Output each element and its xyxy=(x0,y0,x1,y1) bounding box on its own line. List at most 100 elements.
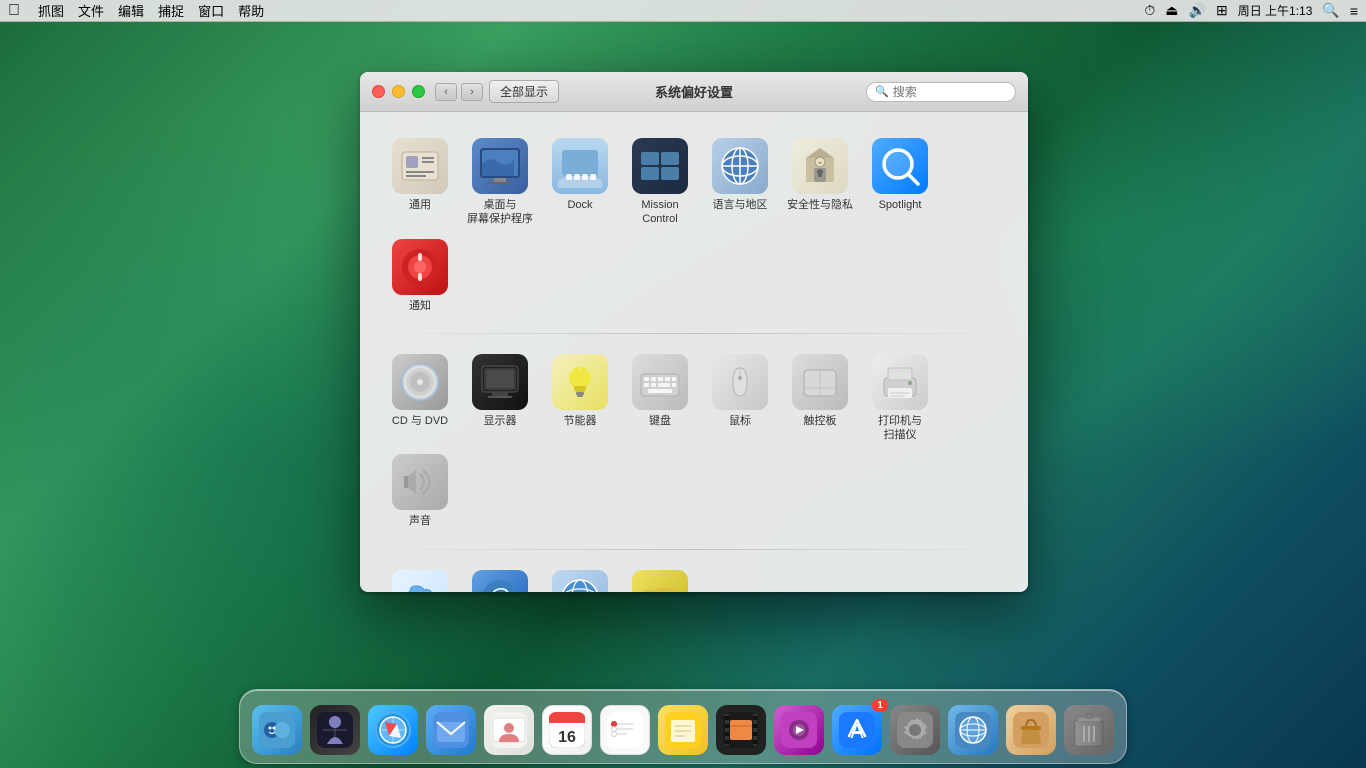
menu-capture[interactable]: 捕捉 xyxy=(158,1,184,20)
spotlight-search-icon[interactable]: 🔍 xyxy=(1322,2,1339,19)
menubar:  抓图 文件 编辑 捕捉 窗口 帮助 ⏱ ⏏ 🔊 ⊞ 周日 上午1:13 🔍 … xyxy=(0,0,1366,22)
pref-item-energy[interactable]: 节能器 xyxy=(540,348,620,449)
internet-icon: @ xyxy=(472,570,528,592)
svg-text:16: 16 xyxy=(558,729,576,746)
pref-item-sound[interactable]: 声音 xyxy=(380,448,460,534)
calendar-icon: 16 xyxy=(542,705,592,755)
security-label: 安全性与隐私 xyxy=(787,198,853,212)
menu-capture-app[interactable]: 抓图 xyxy=(38,1,64,20)
finder-icon xyxy=(252,705,302,755)
pref-item-network[interactable]: 网络 xyxy=(540,564,620,592)
dock-item-facetime[interactable] xyxy=(714,703,768,757)
facetime-icon xyxy=(716,705,766,755)
pref-item-display[interactable]: 显示器 xyxy=(460,348,540,449)
internet-section: iCloud @ 互联网帐户 xyxy=(360,554,1028,592)
keyboard-label: 键盘 xyxy=(649,414,671,428)
pref-item-security[interactable]: 安全性与隐私 xyxy=(780,132,860,233)
window-content: 通用 桌面与屏幕保护程序 xyxy=(360,112,1028,592)
dock-item-reminders[interactable] xyxy=(598,703,652,757)
notification-center-icon[interactable]: ≡ xyxy=(1350,3,1358,19)
time-machine-icon[interactable]: ⏱ xyxy=(1144,2,1155,19)
desktop-label: 桌面与屏幕保护程序 xyxy=(467,198,533,227)
pref-item-keyboard[interactable]: 键盘 xyxy=(620,348,700,449)
dock-item-finder[interactable] xyxy=(250,703,304,757)
energy-icon xyxy=(552,354,608,410)
pref-item-desktop[interactable]: 桌面与屏幕保护程序 xyxy=(460,132,540,233)
general-icon xyxy=(392,138,448,194)
dock-item-appstore[interactable]: A 1 xyxy=(830,703,884,757)
pref-item-trackpad[interactable]: 触控板 xyxy=(780,348,860,449)
dock-label: Dock xyxy=(567,198,592,212)
printer-icon xyxy=(872,354,928,410)
keyboard-icon xyxy=(632,354,688,410)
dock-item-contacts[interactable] xyxy=(482,703,536,757)
display-label: 显示器 xyxy=(484,414,517,428)
pref-item-icloud[interactable]: iCloud xyxy=(380,564,460,592)
dock-item-itunes[interactable] xyxy=(772,703,826,757)
notes-icon xyxy=(658,705,708,755)
minimize-button[interactable] xyxy=(392,85,405,98)
window-search[interactable]: 🔍 xyxy=(866,82,1016,102)
security-icon xyxy=(792,138,848,194)
pref-item-mission[interactable]: MissionControl xyxy=(620,132,700,233)
dock-item-notes[interactable] xyxy=(656,703,710,757)
window-nav: ‹ › xyxy=(435,83,483,101)
close-button[interactable] xyxy=(372,85,385,98)
cd-icon xyxy=(392,354,448,410)
dock-item-trash[interactable] xyxy=(1062,703,1116,757)
pref-item-language[interactable]: 语言与地区 xyxy=(700,132,780,233)
trackpad-icon xyxy=(792,354,848,410)
nav-back-button[interactable]: ‹ xyxy=(435,83,457,101)
show-all-button[interactable]: 全部显示 xyxy=(489,80,559,103)
dock-item-launchpad[interactable] xyxy=(308,703,362,757)
reminders-icon xyxy=(600,705,650,755)
maximize-button[interactable] xyxy=(412,85,425,98)
search-input[interactable] xyxy=(893,85,1007,99)
search-icon: 🔍 xyxy=(875,85,889,98)
pref-item-notification[interactable]: 通知 xyxy=(380,233,460,319)
nav-forward-button[interactable]: › xyxy=(461,83,483,101)
pref-item-cd[interactable]: CD 与 DVD xyxy=(380,348,460,449)
pref-item-printer[interactable]: 打印机与扫描仪 xyxy=(860,348,940,449)
dock-item-network-globe[interactable] xyxy=(946,703,1000,757)
mail-icon xyxy=(426,705,476,755)
mouse-label: 鼠标 xyxy=(729,414,751,428)
general-label: 通用 xyxy=(409,198,431,212)
pref-item-spotlight[interactable]: Spotlight xyxy=(860,132,940,233)
window-titlebar: ‹ › 全部显示 系统偏好设置 🔍 xyxy=(360,72,1028,112)
menu-edit[interactable]: 编辑 xyxy=(118,1,144,20)
pref-item-sharing[interactable]: 共享 xyxy=(620,564,700,592)
menu-help[interactable]: 帮助 xyxy=(238,1,264,20)
desktop-icon xyxy=(472,138,528,194)
appstore-badge: 1 xyxy=(872,699,888,712)
mouse-icon xyxy=(712,354,768,410)
volume-icon[interactable]: 🔊 xyxy=(1189,2,1206,19)
itunes-icon xyxy=(774,705,824,755)
dock-item-mail[interactable] xyxy=(424,703,478,757)
system-preferences-window: ‹ › 全部显示 系统偏好设置 🔍 xyxy=(360,72,1028,592)
mission-label: MissionControl xyxy=(641,198,678,227)
dock-item-bag[interactable] xyxy=(1004,703,1058,757)
pref-item-general[interactable]: 通用 xyxy=(380,132,460,233)
cd-label: CD 与 DVD xyxy=(392,414,448,428)
dock-syspref-icon xyxy=(890,705,940,755)
display-icon xyxy=(472,354,528,410)
dock-item-calendar[interactable]: 16 xyxy=(540,703,594,757)
dock-icon xyxy=(552,138,608,194)
window-manager-icon[interactable]: ⊞ xyxy=(1216,2,1228,19)
launchpad-icon xyxy=(310,705,360,755)
section-divider-2 xyxy=(380,549,1008,550)
dock-item-safari[interactable] xyxy=(366,703,420,757)
dock-item-syspref[interactable] xyxy=(888,703,942,757)
menu-window[interactable]: 窗口 xyxy=(198,1,224,20)
pref-item-dock[interactable]: Dock xyxy=(540,132,620,233)
printer-label: 打印机与扫描仪 xyxy=(878,414,922,443)
language-label: 语言与地区 xyxy=(713,198,768,212)
window-controls xyxy=(372,85,425,98)
menu-file[interactable]: 文件 xyxy=(78,1,104,20)
eject-icon[interactable]: ⏏ xyxy=(1165,2,1178,19)
apple-menu[interactable]:  xyxy=(8,2,20,20)
pref-item-mouse[interactable]: 鼠标 xyxy=(700,348,780,449)
network-icon xyxy=(552,570,608,592)
pref-item-internet[interactable]: @ 互联网帐户 xyxy=(460,564,540,592)
